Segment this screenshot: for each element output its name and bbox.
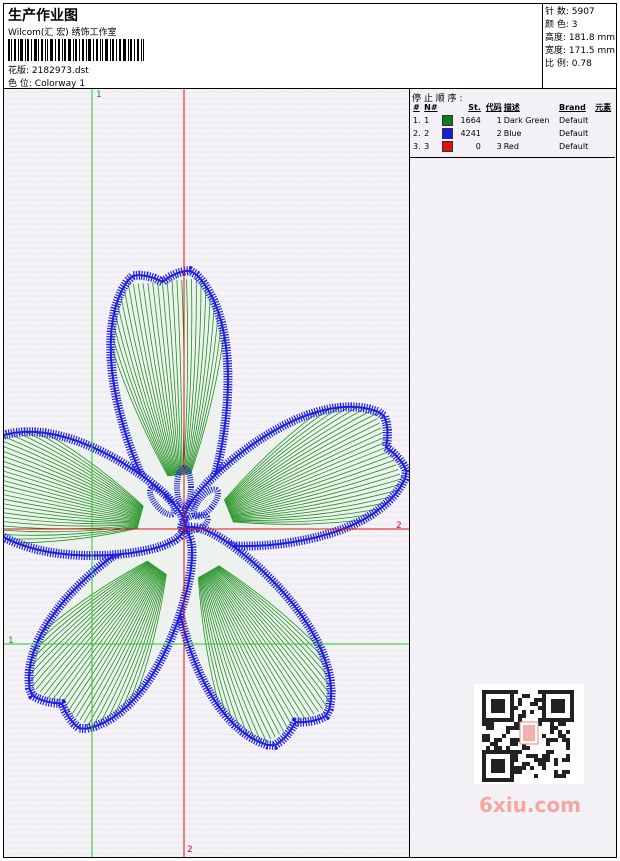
row-code: 3 [496, 142, 502, 151]
col-description: 描述 [503, 103, 520, 112]
row-index: 1. [413, 116, 421, 125]
row-stitches: 4241 [460, 129, 481, 138]
design-label: 花版: [8, 66, 30, 76]
colorway: 色 位: Colorway 1 [8, 76, 85, 89]
row-brand: Default [558, 142, 589, 151]
row-color-swatch [441, 127, 456, 140]
company-name: Wilcom(汇 宏) 绣饰工作室 [8, 28, 117, 38]
flower-embroidery [4, 89, 409, 857]
site-watermark: 6xiu.com [479, 793, 581, 817]
row-code: 2 [496, 129, 502, 138]
row-needle: 1 [424, 116, 430, 125]
embroidery-preview: 1 1 2 2 [4, 89, 409, 857]
row-stitches: 1664 [460, 116, 481, 125]
guide-label-h1: 1 [8, 636, 14, 646]
color-count: 颜 色: 3 [545, 20, 578, 30]
col-needle: N# [424, 103, 438, 112]
table-header-row: # N# St. 代码 描述 Brand 元素 [412, 101, 615, 114]
row-index: 2. [413, 129, 421, 138]
row-needle: 2 [424, 129, 430, 138]
design-width: 宽度: 171.5 mm [545, 46, 616, 56]
sheet-title: 生产作业图 [8, 8, 78, 24]
production-sheet: 生产作业图 Wilcom(汇 宏) 绣饰工作室 花版: 2182973.dst … [3, 3, 617, 858]
stitch-count: 针 数: 5907 [545, 7, 595, 17]
design-scale: 比 例: 0.78 [545, 59, 592, 69]
col-code: 代码 [485, 103, 502, 112]
color-swatch [441, 115, 453, 126]
table-row: 1. 1 1664 1 Dark Green Default [412, 114, 615, 127]
stop-sequence-section: 停 止 顺 序 : # N# St. 代码 描述 Brand 元素 1. 1 1… [410, 89, 615, 158]
col-index: # [413, 103, 420, 112]
row-code: 1 [496, 116, 502, 125]
table-row: 2. 2 4241 2 Blue Default [412, 127, 615, 140]
design-height: 高度: 181.8 mm [545, 33, 616, 43]
guide-label-h2: 2 [396, 521, 402, 531]
sheet-header: 生产作业图 Wilcom(汇 宏) 绣饰工作室 花版: 2182973.dst … [4, 4, 616, 89]
row-brand: Default [558, 116, 589, 125]
barcode [8, 39, 144, 61]
row-needle: 3 [424, 142, 430, 151]
design-file: 花版: 2182973.dst [8, 63, 89, 76]
guide-label-v1: 1 [96, 90, 102, 100]
guide-label-v2: 2 [187, 845, 193, 855]
row-stitches: 0 [475, 142, 481, 151]
colorway-value: Colorway 1 [34, 79, 86, 89]
col-brand: Brand [558, 103, 586, 112]
design-stats: 针 数: 5907 颜 色: 3 高度: 181.8 mm 宽度: 171.5 … [542, 4, 616, 88]
row-description: Blue [503, 129, 522, 138]
row-description: Red [503, 142, 519, 151]
color-swatch [441, 141, 453, 152]
colorway-label: 色 位: [8, 79, 32, 89]
stop-sequence-table: # N# St. 代码 描述 Brand 元素 1. 1 1664 1 Dark… [412, 101, 615, 153]
row-index: 3. [413, 142, 421, 151]
col-element: 元素 [595, 103, 612, 112]
qr-code [474, 684, 584, 784]
row-description: Dark Green [503, 116, 550, 125]
col-stitches: St. [468, 103, 481, 112]
design-value: 2182973.dst [31, 66, 89, 76]
row-brand: Default [558, 129, 589, 138]
table-row: 3. 3 0 3 Red Default [412, 140, 615, 153]
row-color-swatch [441, 114, 456, 127]
row-color-swatch [441, 140, 456, 153]
color-swatch [441, 128, 453, 139]
